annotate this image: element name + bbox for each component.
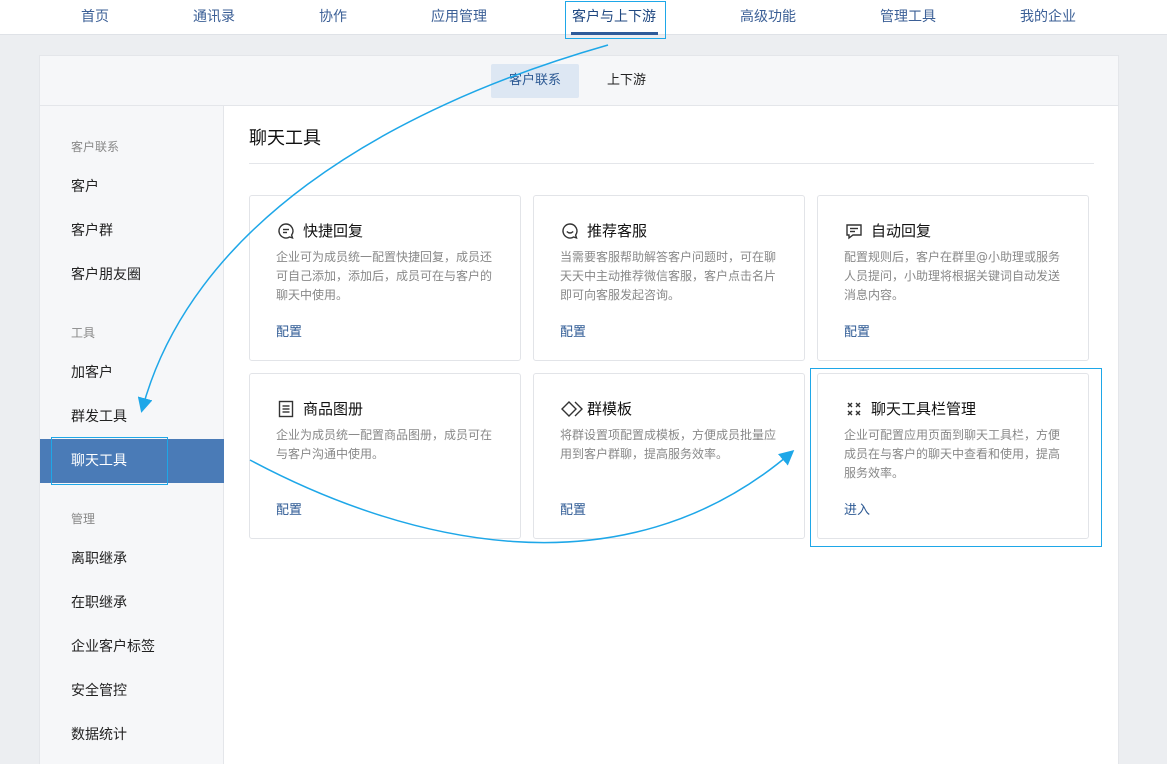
card-title: 推荐客服: [587, 222, 648, 240]
subtab-customer-contact[interactable]: 客户联系: [491, 64, 580, 98]
card-product-catalog: 商品图册 企业为成员统一配置商品图册，成员可在与客户沟通中使用。 配置: [249, 373, 521, 539]
top-navigation: 首页 通讯录 协作 应用管理 客户与上下游 高级功能 管理工具 我的企业: [0, 0, 1167, 35]
sidebar-item-mass-send[interactable]: 群发工具: [40, 395, 224, 439]
card-toolbar-management: 聊天工具栏管理 企业可配置应用页面到聊天工具栏，方便成员在与客户的聊天中查看和使…: [817, 373, 1089, 539]
chat-bubble-icon: [277, 222, 295, 240]
nav-contacts[interactable]: 通讯录: [193, 6, 235, 26]
card-description: 配置规则后，客户在群里@小助理或服务人员提问，小助理将根据关键词自动发送消息内容…: [844, 250, 1061, 302]
card-description: 企业可为成员统一配置快捷回复，成员还可自己添加，添加后，成员可在与客户的聊天中使…: [276, 250, 493, 302]
sidebar-group-management: 管理: [71, 512, 96, 526]
card-description: 将群设置项配置成模板，方便成员批量应用到客户群聊，提高服务效率。: [560, 428, 777, 461]
toolbar-management-enter-link[interactable]: 进入: [844, 499, 870, 518]
card-title: 商品图册: [303, 400, 364, 418]
card-title: 聊天工具栏管理: [871, 400, 977, 418]
sidebar-item-resign-transfer[interactable]: 离职继承: [40, 537, 224, 581]
nav-home[interactable]: 首页: [81, 6, 109, 26]
sidebar-item-onjob-transfer[interactable]: 在职继承: [40, 581, 224, 625]
title-divider: [249, 163, 1094, 164]
smile-bubble-icon: [561, 222, 579, 240]
sidebar: 客户联系 客户 客户群 客户朋友圈 工具 加客户 群发工具 聊天工具 管理 离职…: [40, 106, 224, 764]
nav-my-company[interactable]: 我的企业: [1020, 6, 1076, 26]
nav-advanced[interactable]: 高级功能: [740, 6, 796, 26]
card-title: 自动回复: [871, 222, 932, 240]
card-title: 群模板: [587, 400, 633, 418]
nav-admin-tools[interactable]: 管理工具: [880, 6, 936, 26]
nav-collaboration[interactable]: 协作: [319, 6, 347, 26]
card-quick-reply: 快捷回复 企业可为成员统一配置快捷回复，成员还可自己添加，添加后，成员可在与客户…: [249, 195, 521, 361]
quick-reply-config-link[interactable]: 配置: [276, 321, 302, 340]
toolbar-grid-icon: [845, 400, 863, 418]
sidebar-group-customer-contact: 客户联系: [71, 140, 120, 154]
card-group-template: 群模板 将群设置项配置成模板，方便成员批量应用到客户群聊，提高服务效率。 配置: [533, 373, 805, 539]
recommend-service-config-link[interactable]: 配置: [560, 321, 586, 340]
card-description: 企业可配置应用页面到聊天工具栏，方便成员在与客户的聊天中查看和使用，提高服务效率…: [844, 428, 1061, 480]
auto-reply-config-link[interactable]: 配置: [844, 321, 870, 340]
page-title: 聊天工具: [249, 128, 321, 149]
nav-customers-upstream[interactable]: 客户与上下游: [572, 6, 656, 26]
nav-active-indicator: [571, 32, 658, 35]
card-recommend-service: 推荐客服 当需要客服帮助解答客户问题时，可在聊天天中主动推荐微信客服，客户点击名…: [533, 195, 805, 361]
card-auto-reply: 自动回复 配置规则后，客户在群里@小助理或服务人员提问，小助理将根据关键词自动发…: [817, 195, 1089, 361]
card-description: 当需要客服帮助解答客户问题时，可在聊天天中主动推荐微信客服，客户点击名片即可向客…: [560, 250, 777, 302]
message-lines-icon: [845, 222, 863, 240]
sidebar-item-security[interactable]: 安全管控: [40, 669, 224, 713]
sidebar-item-add-customer[interactable]: 加客户: [40, 351, 224, 395]
group-template-config-link[interactable]: 配置: [560, 499, 586, 518]
sidebar-item-customer-groups[interactable]: 客户群: [40, 209, 224, 253]
sidebar-item-statistics[interactable]: 数据统计: [40, 713, 224, 757]
sidebar-group-tools: 工具: [71, 326, 96, 340]
sub-tabs: 客户联系 上下游: [40, 56, 1118, 106]
sidebar-item-customers[interactable]: 客户: [40, 165, 224, 209]
product-catalog-config-link[interactable]: 配置: [276, 499, 302, 518]
card-title: 快捷回复: [303, 222, 364, 240]
catalog-icon: [277, 400, 295, 418]
sidebar-item-chat-tools[interactable]: 聊天工具: [40, 439, 224, 483]
nav-app-management[interactable]: 应用管理: [431, 6, 487, 26]
sidebar-item-moments[interactable]: 客户朋友圈: [40, 253, 224, 297]
sidebar-item-customer-tags[interactable]: 企业客户标签: [40, 625, 224, 669]
card-description: 企业为成员统一配置商品图册，成员可在与客户沟通中使用。: [276, 428, 493, 461]
diamond-template-icon: [561, 400, 583, 418]
subtab-upstream[interactable]: 上下游: [589, 64, 664, 98]
